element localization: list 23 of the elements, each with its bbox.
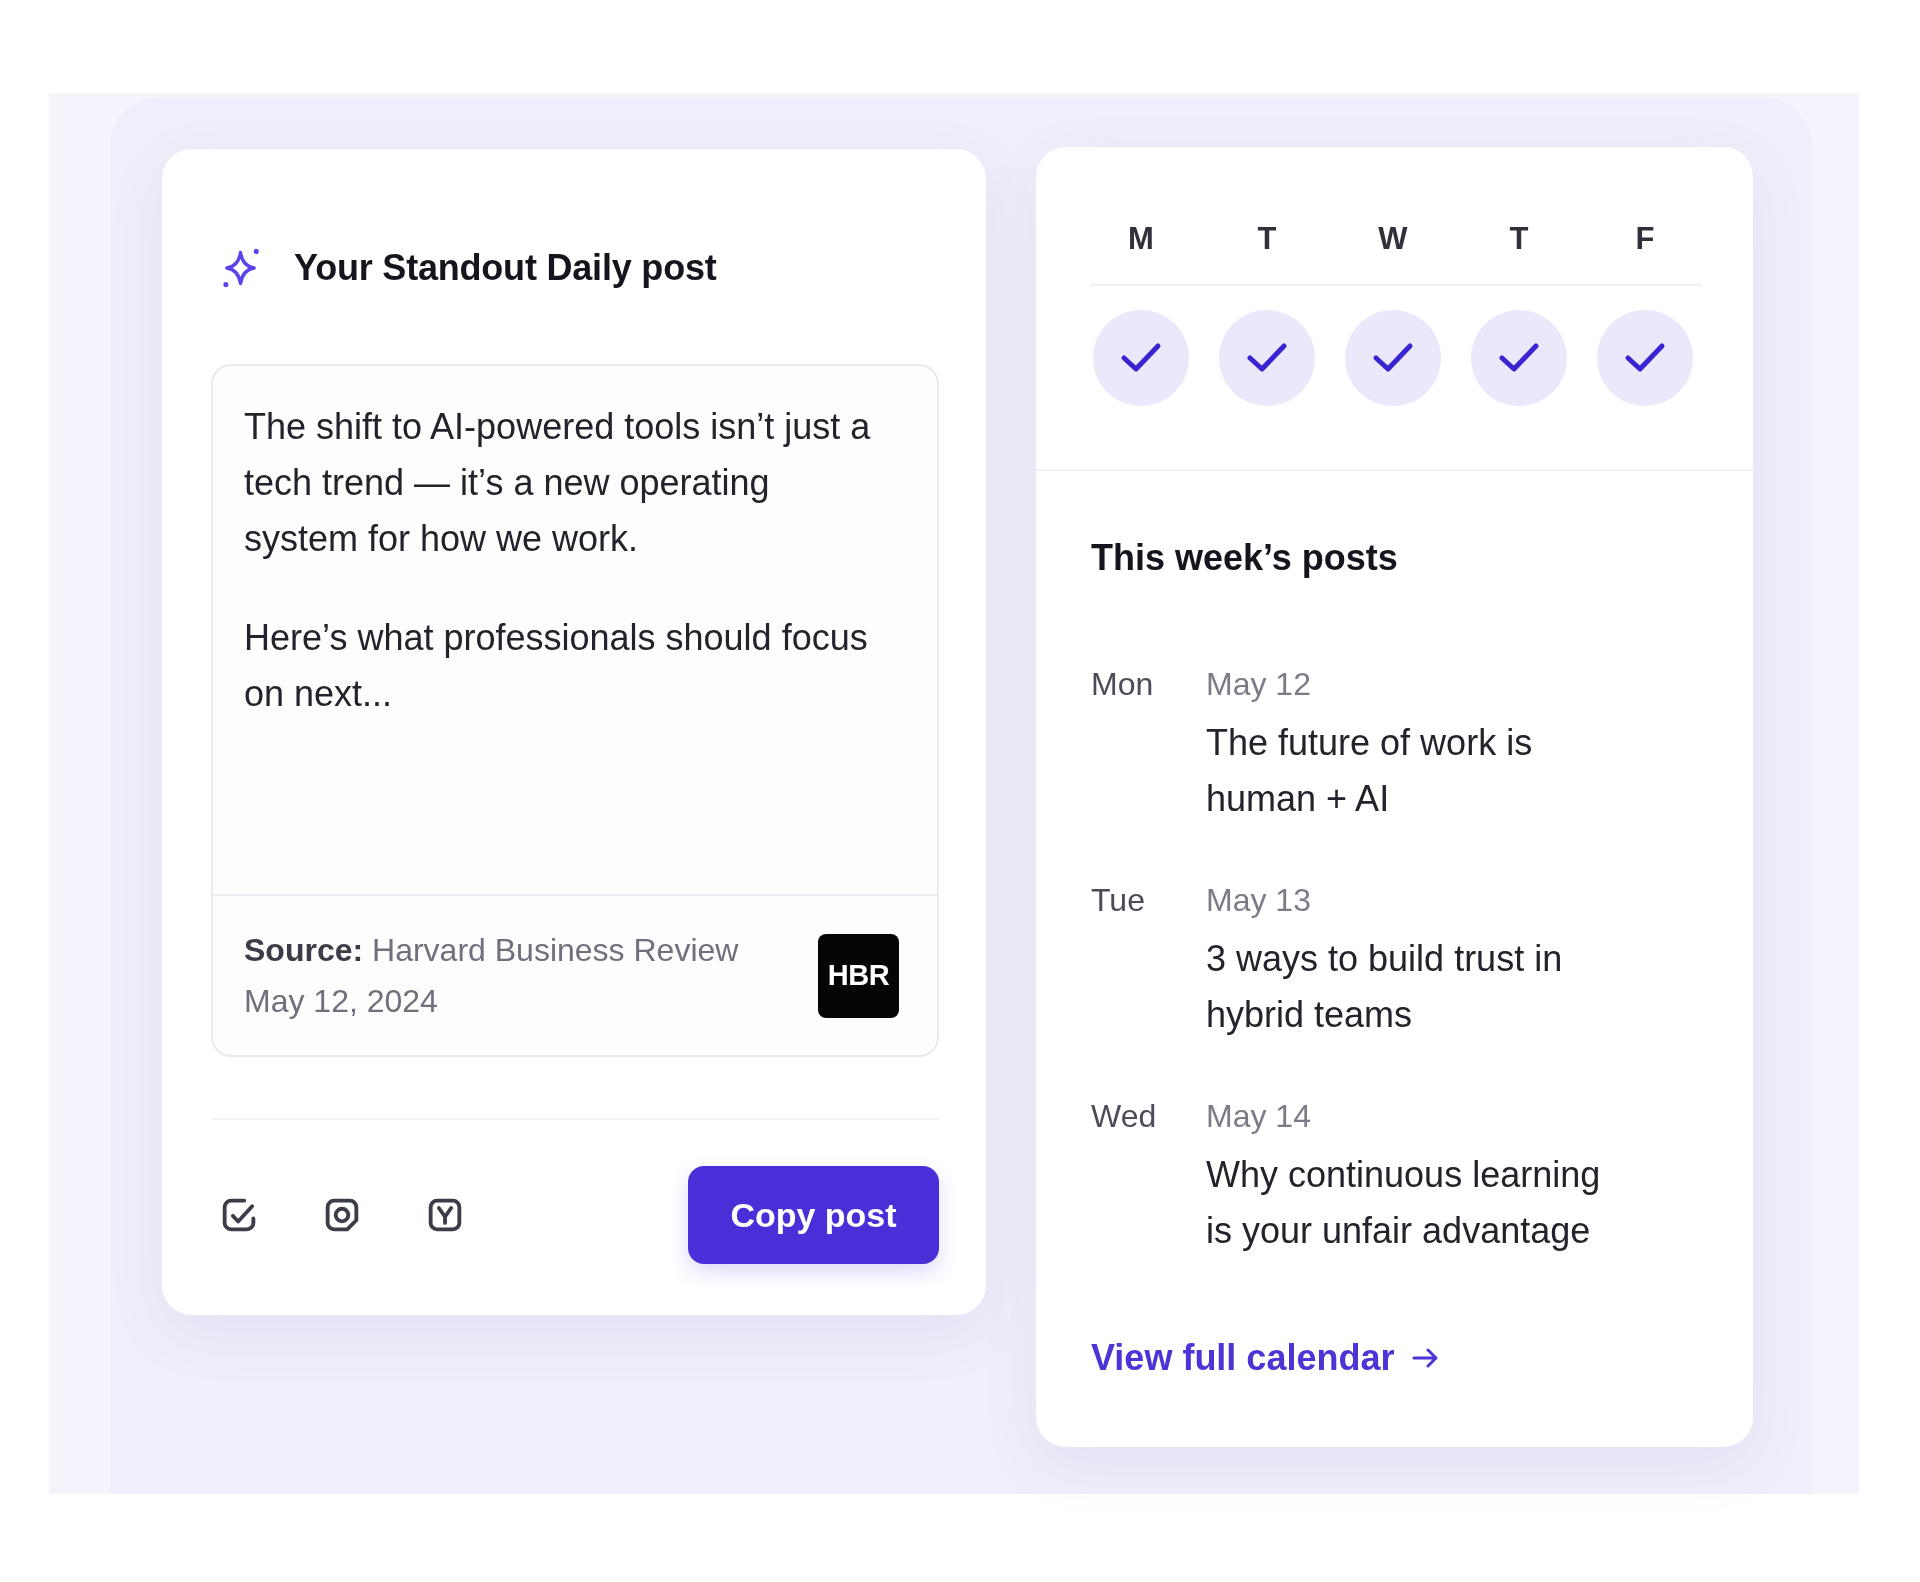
source-logo: HBR — [818, 933, 899, 1018]
day-label: T — [1509, 220, 1529, 258]
source-line: Source: Harvard Business Review — [244, 930, 740, 970]
post-day: Tue — [1091, 875, 1206, 925]
day-label: F — [1635, 220, 1655, 258]
post-date: May 13 — [1206, 881, 1312, 920]
day-label: T — [1257, 220, 1277, 258]
post-day: Wed — [1091, 1091, 1206, 1141]
post-title: The future of work is human + AI — [1206, 721, 1534, 821]
day-label: M — [1128, 220, 1154, 258]
post-paragraph: The shift to AI-powered tools isn’t just a tech trend — it’s a new operating system for how we work. — [244, 405, 872, 561]
post-paragraph: Here’s what professionals should focus on next... — [244, 616, 869, 716]
view-calendar-link[interactable]: View full calendar — [1091, 1333, 1441, 1383]
card-title: Your Standout Daily post — [294, 246, 717, 290]
day-label: W — [1378, 220, 1408, 258]
source-date: May 12, 2024 — [244, 981, 439, 1021]
post-title: Why continuous learning is your unfair advantage — [1206, 1153, 1602, 1253]
post-date: May 12 — [1206, 665, 1312, 704]
post-title: 3 ways to build trust in hybrid teams — [1206, 937, 1564, 1037]
section-title: This week’s posts — [1091, 536, 1399, 580]
post-day: Mon — [1091, 659, 1206, 709]
copy-post-button[interactable]: Copy post — [688, 1166, 939, 1264]
post-date: May 14 — [1206, 1097, 1312, 1136]
